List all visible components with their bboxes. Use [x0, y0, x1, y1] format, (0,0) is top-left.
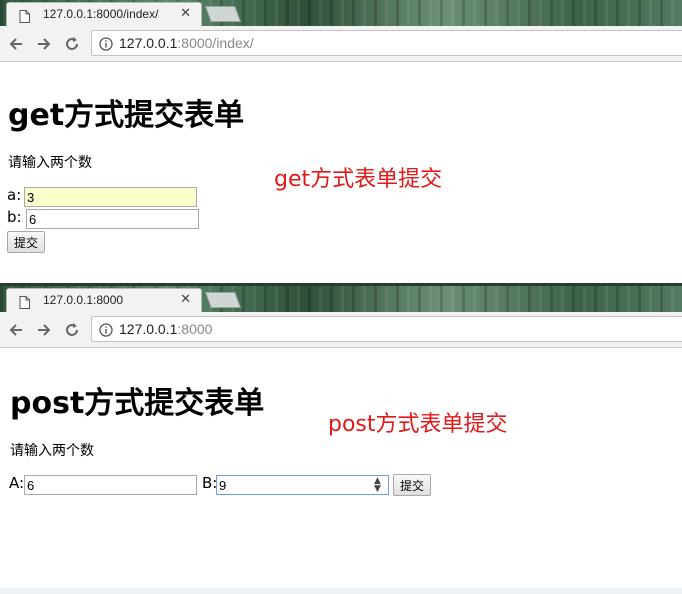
spin-arrows-icon[interactable]: ▲ ▼ [374, 477, 381, 494]
page-title: post方式提交表单 [10, 386, 265, 421]
page-title: get方式提交表单 [8, 98, 245, 133]
close-icon[interactable]: ✕ [180, 6, 191, 21]
browser-tab[interactable]: 127.0.0.1:8000/index/ ✕ [6, 2, 202, 26]
browser-toolbar: 127.0.0.1:8000/index/ [0, 26, 682, 62]
browser-toolbar: 127.0.0.1:8000 [0, 312, 682, 348]
tab-title: 127.0.0.1:8000 [43, 293, 124, 307]
arrow-right-icon[interactable] [36, 36, 52, 55]
arrow-left-icon[interactable] [8, 36, 24, 55]
field-a-label: a: [7, 186, 22, 204]
submit-button[interactable]: 提交 [7, 231, 46, 253]
annotation-text: get方式表单提交 [274, 167, 443, 192]
info-icon[interactable] [99, 322, 113, 341]
instruction-text: 请输入两个数 [8, 155, 92, 171]
tab-strip: 127.0.0.1:8000/index/ ✕ [0, 0, 682, 26]
new-tab-button[interactable] [205, 292, 241, 308]
browser-window-post: 127.0.0.1:8000 ✕ 127.0.0.1:8000 post方式提交… [0, 286, 682, 588]
page-icon [19, 8, 30, 27]
annotation-text: post方式表单提交 [328, 412, 508, 437]
tab-strip: 127.0.0.1:8000 ✕ [0, 286, 682, 312]
browser-window-get: 127.0.0.1:8000/index/ ✕ 127.0.0.1:8000/i… [0, 0, 682, 283]
arrow-right-icon[interactable] [36, 322, 52, 341]
instruction-text: 请输入两个数 [10, 443, 94, 459]
url-text: 127.0.0.1:8000/index/ [119, 35, 254, 51]
close-icon[interactable]: ✕ [180, 292, 191, 307]
field-a-input[interactable] [24, 187, 197, 207]
reload-icon[interactable] [64, 36, 80, 55]
address-bar[interactable]: 127.0.0.1:8000 [91, 316, 682, 342]
tab-title: 127.0.0.1:8000/index/ [43, 7, 159, 21]
reload-icon[interactable] [64, 322, 80, 341]
arrow-left-icon[interactable] [8, 322, 24, 341]
browser-tab[interactable]: 127.0.0.1:8000 ✕ [6, 288, 202, 312]
field-b-label: b: [7, 208, 22, 226]
info-icon[interactable] [99, 36, 113, 55]
field-b-input[interactable] [216, 475, 389, 495]
field-b-input[interactable] [26, 209, 199, 229]
new-tab-button[interactable] [205, 6, 241, 22]
url-text: 127.0.0.1:8000 [119, 321, 213, 337]
field-a-label: A: [9, 474, 25, 492]
submit-button[interactable]: 提交 [393, 474, 432, 496]
page-icon [19, 294, 30, 313]
field-a-input[interactable] [24, 475, 197, 495]
address-bar[interactable]: 127.0.0.1:8000/index/ [91, 30, 682, 56]
